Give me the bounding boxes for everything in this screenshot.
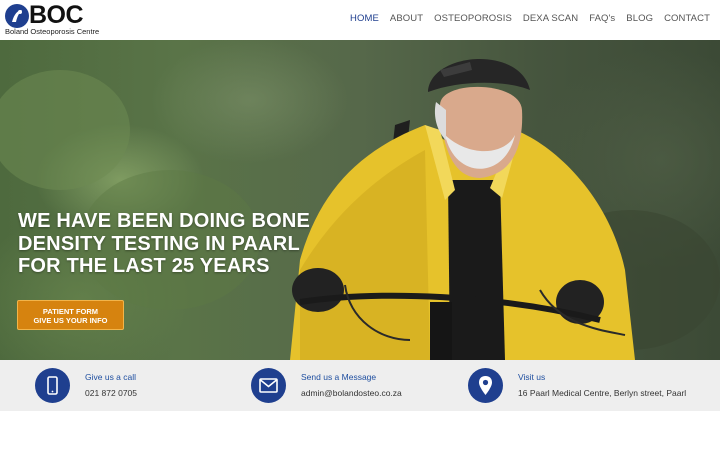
- logo-mark-icon: [5, 4, 29, 28]
- map-pin-icon: [468, 368, 503, 403]
- contact-call-title: Give us a call: [85, 372, 137, 382]
- hero-title-line: DENSITY TESTING IN PAARL: [18, 232, 300, 255]
- hero-title: WE HAVE BEEN DOING BONE DENSITY TESTING …: [18, 210, 338, 278]
- main-nav: HOME ABOUT OSTEOPOROSIS DEXA SCAN FAQ's …: [339, 13, 710, 24]
- nav-item-blog[interactable]: BLOG: [626, 13, 653, 24]
- hero-title-line: WE HAVE BEEN DOING BONE: [18, 210, 311, 232]
- nav-item-contact[interactable]: CONTACT: [664, 13, 710, 24]
- site-logo[interactable]: BOC Boland Osteoporosis Centre: [5, 1, 105, 36]
- nav-item-about[interactable]: ABOUT: [390, 13, 423, 24]
- contact-info-bar: Give us a call 021 872 0705 Send us a Me…: [0, 360, 720, 411]
- contact-message[interactable]: Send us a Message admin@bolandosteo.co.z…: [251, 360, 451, 411]
- contact-visit-title: Visit us: [518, 372, 546, 382]
- contact-email[interactable]: admin@bolandosteo.co.za: [301, 388, 402, 398]
- phone-icon: [35, 368, 70, 403]
- contact-phone-number[interactable]: 021 872 0705: [85, 388, 137, 398]
- logo-text: BOC: [29, 1, 84, 29]
- nav-item-osteoporosis[interactable]: OSTEOPOROSIS: [434, 13, 512, 24]
- site-header: BOC Boland Osteoporosis Centre HOME ABOU…: [0, 0, 720, 40]
- nav-item-dexa-scan[interactable]: DEXA SCAN: [523, 13, 578, 24]
- contact-call[interactable]: Give us a call 021 872 0705: [35, 360, 235, 411]
- patient-form-button[interactable]: PATIENT FORM GIVE US YOUR INFO: [17, 300, 124, 330]
- hero-title-line: FOR THE LAST 25 YEARS: [18, 255, 270, 277]
- contact-visit[interactable]: Visit us 16 Paarl Medical Centre, Berlyn…: [468, 360, 708, 411]
- nav-item-faqs[interactable]: FAQ's: [589, 13, 615, 24]
- hero-banner: WE HAVE BEEN DOING BONE DENSITY TESTING …: [0, 40, 720, 360]
- envelope-icon: [251, 368, 286, 403]
- page-bottom-area: [0, 411, 720, 450]
- contact-message-title: Send us a Message: [301, 372, 377, 382]
- cta-line: PATIENT FORM: [42, 307, 99, 316]
- cta-line: GIVE US YOUR INFO: [33, 316, 108, 325]
- logo-subtitle: Boland Osteoporosis Centre: [5, 27, 100, 36]
- nav-item-home[interactable]: HOME: [350, 13, 379, 24]
- contact-address[interactable]: 16 Paarl Medical Centre, Berlyn street, …: [518, 388, 686, 398]
